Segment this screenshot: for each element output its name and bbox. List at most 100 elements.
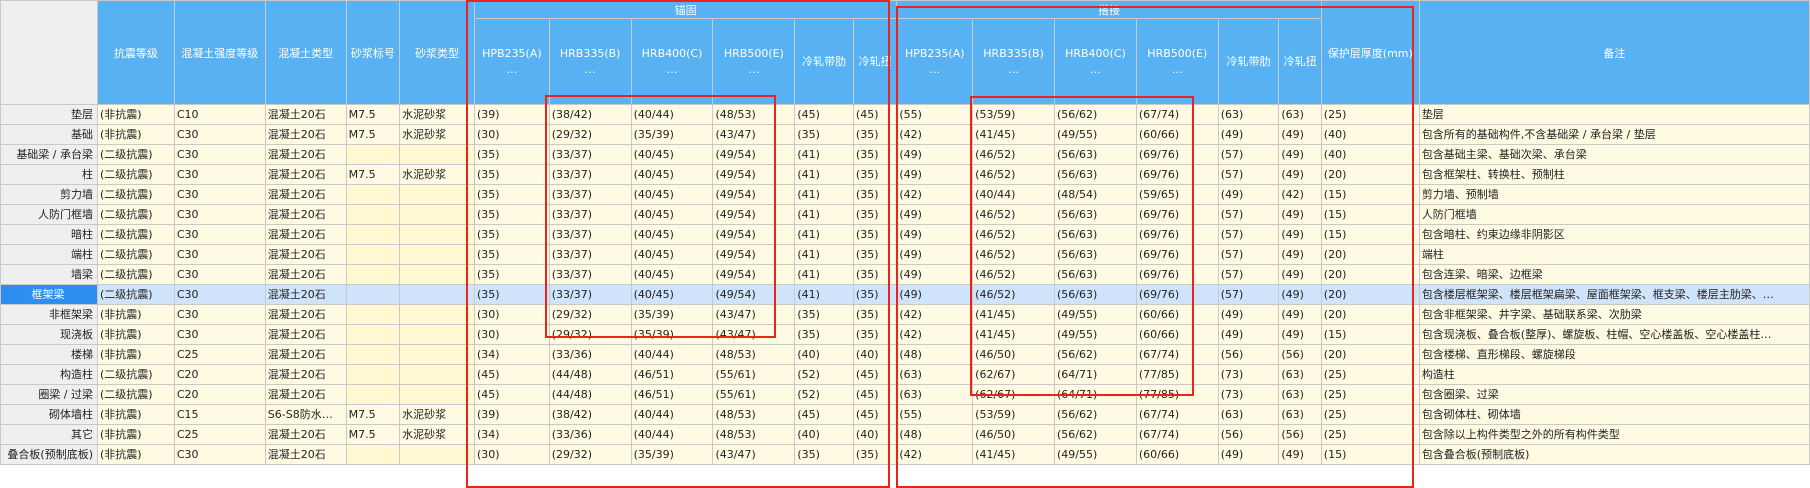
anchor-cold-ribbed-cell[interactable]: (41) [794, 184, 854, 205]
lap-hpb235-cell[interactable]: (55) [896, 104, 974, 125]
row-header[interactable]: 非框架梁 [0, 304, 99, 325]
cover-thickness-cell[interactable]: (25) [1320, 364, 1420, 385]
concrete-type-cell[interactable]: 混凝土20石 [264, 164, 347, 185]
lap-hrb335-cell[interactable]: (41/45) [972, 124, 1056, 145]
lap-hrb335-cell[interactable]: (46/50) [972, 344, 1056, 365]
lap-cold-ribbed-cell[interactable]: (57) [1217, 164, 1280, 185]
anchor-hrb335-cell[interactable]: (33/37) [548, 264, 632, 285]
mortar-grade-cell[interactable] [345, 264, 401, 285]
remark-cell[interactable]: 包含除以上构件类型之外的所有构件类型 [1418, 424, 1810, 445]
anchor-cold-ribbed-cell[interactable]: (45) [794, 104, 854, 125]
anchor-hrb500-cell[interactable]: (48/53) [712, 104, 796, 125]
cover-thickness-cell[interactable]: (25) [1320, 104, 1420, 125]
anchor-cold-ribbed-cell[interactable]: (35) [794, 124, 854, 145]
lap-hrb500-cell[interactable]: (69/76) [1135, 204, 1219, 225]
mortar-type-cell[interactable] [399, 224, 475, 245]
anchor-hpb235-cell[interactable]: (30) [473, 324, 550, 345]
anchor-hrb400-cell[interactable]: (40/45) [630, 244, 714, 265]
anchor-cold-ribbed-cell[interactable]: (41) [794, 164, 854, 185]
seismic-grade-cell[interactable]: (二级抗震) [97, 384, 175, 405]
anchor-hpb235-cell[interactable]: (35) [473, 164, 550, 185]
mortar-type-cell[interactable]: 水泥砂浆 [399, 404, 475, 425]
seismic-grade-cell[interactable]: (二级抗震) [97, 244, 175, 265]
row-header[interactable]: 暗柱 [0, 224, 99, 245]
lap-cold-ribbed-cell[interactable]: (57) [1217, 204, 1280, 225]
concrete-grade-cell[interactable]: C30 [173, 184, 266, 205]
header-cell[interactable]: 混凝土类型 [264, 0, 347, 105]
lap-hrb335-cell[interactable]: (53/59) [972, 104, 1056, 125]
mortar-type-cell[interactable] [399, 324, 475, 345]
anchor-cold-twisted-cell[interactable]: (45) [852, 384, 898, 405]
concrete-type-cell[interactable]: 混凝土20石 [264, 224, 347, 245]
lap-cold-ribbed-cell[interactable]: (49) [1217, 444, 1280, 465]
concrete-grade-cell[interactable]: C30 [173, 124, 266, 145]
header-cell[interactable]: HRB335(B)… [548, 18, 632, 105]
mortar-grade-cell[interactable] [345, 364, 401, 385]
seismic-grade-cell[interactable]: (非抗震) [97, 444, 175, 465]
lap-cold-twisted-cell[interactable]: (49) [1278, 324, 1322, 345]
lap-cold-twisted-cell[interactable]: (49) [1278, 124, 1322, 145]
anchor-hrb335-cell[interactable]: (33/37) [548, 204, 632, 225]
concrete-grade-cell[interactable]: C30 [173, 444, 266, 465]
mortar-grade-cell[interactable] [345, 184, 401, 205]
concrete-type-cell[interactable]: 混凝土20石 [264, 384, 347, 405]
concrete-grade-cell[interactable]: C30 [173, 204, 266, 225]
table-row[interactable]: 人防门框墙 (二级抗震) C30 混凝土20石 (35) (33/37) (40/45) (4… [0, 204, 1810, 225]
remark-cell[interactable]: 包含楼层框架梁、楼层框架扁梁、屋面框架梁、框支梁、楼层主肋梁、… [1418, 284, 1810, 305]
anchor-hrb335-cell[interactable]: (33/37) [548, 244, 632, 265]
lap-hrb400-cell[interactable]: (56/63) [1054, 244, 1137, 265]
concrete-grade-cell[interactable]: C30 [173, 304, 266, 325]
cover-thickness-cell[interactable]: (20) [1320, 304, 1420, 325]
header-cell[interactable]: 冷轧扭 [852, 18, 898, 105]
header-cell[interactable]: 冷轧带肋 [1217, 18, 1280, 105]
lap-cold-ribbed-cell[interactable]: (49) [1217, 124, 1280, 145]
anchor-hrb400-cell[interactable]: (46/51) [630, 364, 714, 385]
lap-cold-twisted-cell[interactable]: (56) [1278, 344, 1322, 365]
cover-thickness-cell[interactable]: (25) [1320, 424, 1420, 445]
header-cell[interactable]: 冷轧带肋 [794, 18, 854, 105]
lap-hrb500-cell[interactable]: (69/76) [1135, 144, 1219, 165]
lap-hrb335-cell[interactable]: (46/52) [972, 164, 1056, 185]
anchor-cold-ribbed-cell[interactable]: (41) [794, 264, 854, 285]
concrete-grade-cell[interactable]: C30 [173, 284, 266, 305]
row-header[interactable]: 基础 [0, 124, 99, 145]
lap-cold-ribbed-cell[interactable]: (49) [1217, 184, 1280, 205]
table-row[interactable]: 基础梁 / 承台梁 (二级抗震) C30 混凝土20石 (35) (33/37) (40/4… [0, 144, 1810, 165]
concrete-type-cell[interactable]: 混凝土20石 [264, 184, 347, 205]
cover-thickness-cell[interactable]: (20) [1320, 244, 1420, 265]
anchor-hrb400-cell[interactable]: (40/44) [630, 344, 714, 365]
seismic-grade-cell[interactable]: (二级抗震) [97, 364, 175, 385]
anchor-hpb235-cell[interactable]: (35) [473, 244, 550, 265]
lap-cold-twisted-cell[interactable]: (49) [1278, 224, 1322, 245]
concrete-type-cell[interactable]: 混凝土20石 [264, 104, 347, 125]
anchor-hrb335-cell[interactable]: (29/32) [548, 324, 632, 345]
row-header[interactable]: 圈梁 / 过梁 [0, 384, 99, 405]
row-header[interactable]: 其它 [0, 424, 99, 445]
anchor-hrb335-cell[interactable]: (44/48) [548, 364, 632, 385]
header-cell[interactable]: HRB400(C)… [630, 18, 714, 105]
mortar-type-cell[interactable]: 水泥砂浆 [399, 164, 475, 185]
anchor-hpb235-cell[interactable]: (34) [473, 344, 550, 365]
remark-cell[interactable]: 包含现浇板、叠合板(整厚)、螺旋板、柱帽、空心楼盖板、空心楼盖柱… [1418, 324, 1810, 345]
concrete-type-cell[interactable]: 混凝土20石 [264, 244, 347, 265]
mortar-type-cell[interactable] [399, 384, 475, 405]
concrete-grade-cell[interactable]: C30 [173, 264, 266, 285]
remark-cell[interactable]: 包含基础主梁、基础次梁、承台梁 [1418, 144, 1810, 165]
row-header[interactable]: 叠合板(预制底板) [0, 444, 99, 465]
lap-hrb400-cell[interactable]: (56/62) [1054, 404, 1137, 425]
row-header[interactable]: 基础梁 / 承台梁 [0, 144, 99, 165]
anchor-cold-twisted-cell[interactable]: (35) [852, 204, 898, 225]
seismic-grade-cell[interactable]: (非抗震) [97, 424, 175, 445]
anchor-hrb400-cell[interactable]: (40/44) [630, 404, 714, 425]
header-group-lap[interactable]: 搭接 [896, 0, 1322, 19]
lap-cold-twisted-cell[interactable]: (63) [1278, 384, 1322, 405]
anchor-hrb400-cell[interactable]: (40/44) [630, 104, 714, 125]
anchor-hpb235-cell[interactable]: (45) [473, 384, 550, 405]
lap-hrb500-cell[interactable]: (77/85) [1135, 364, 1219, 385]
lap-cold-ribbed-cell[interactable]: (57) [1217, 224, 1280, 245]
table-row[interactable]: 构造柱 (二级抗震) C20 混凝土20石 (45) (44/48) (46/51) (55/… [0, 364, 1810, 385]
anchor-hrb335-cell[interactable]: (33/37) [548, 184, 632, 205]
lap-hrb335-cell[interactable]: (62/67) [972, 384, 1056, 405]
lap-cold-ribbed-cell[interactable]: (49) [1217, 324, 1280, 345]
anchor-hpb235-cell[interactable]: (30) [473, 124, 550, 145]
